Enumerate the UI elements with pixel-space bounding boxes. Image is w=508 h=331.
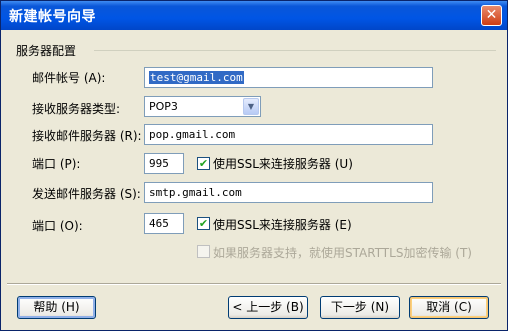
starttls-label: 如果服务器支持，就使用STARTTLS加密传输 (T) <box>213 246 472 260</box>
help-button[interactable]: 帮助 (H) <box>17 296 96 319</box>
starttls-checkbox[interactable] <box>197 245 210 258</box>
outgoing-port-label: 端口 (O): <box>32 219 83 233</box>
server-type-label: 接收服务器类型: <box>32 102 121 116</box>
cancel-button[interactable]: 取消 (C) <box>409 296 489 319</box>
dialog-body: 服务器配置 邮件帐号 (A): test@gmail.com 接收服务器类型: … <box>4 30 504 329</box>
back-button[interactable]: < 上一步 (B) <box>228 296 308 319</box>
window-title: 新建帐号向导 <box>9 9 96 25</box>
account-input[interactable]: test@gmail.com <box>144 67 433 88</box>
server-type-select[interactable]: POP3 ▼ <box>144 96 261 117</box>
outgoing-ssl-label: 使用SSL来连接服务器 (E) <box>213 218 352 232</box>
incoming-server-input[interactable]: pop.gmail.com <box>144 124 433 145</box>
incoming-port-input[interactable]: 995 <box>144 153 184 174</box>
incoming-ssl-checkbox[interactable]: ✔ <box>197 157 210 170</box>
account-label: 邮件帐号 (A): <box>32 71 106 85</box>
footer-separator <box>7 283 501 285</box>
outgoing-port-input[interactable]: 465 <box>144 213 184 234</box>
group-divider <box>94 50 496 51</box>
next-button[interactable]: 下一步 (N) <box>320 296 400 319</box>
outgoing-server-input[interactable]: smtp.gmail.com <box>144 182 433 203</box>
wizard-window: 新建帐号向导 ✕ 服务器配置 邮件帐号 (A): test@gmail.com … <box>0 0 508 331</box>
incoming-port-label: 端口 (P): <box>32 157 81 171</box>
group-title: 服务器配置 <box>16 42 81 59</box>
chevron-down-icon[interactable]: ▼ <box>243 98 259 115</box>
close-icon[interactable]: ✕ <box>481 5 502 26</box>
account-value: test@gmail.com <box>149 71 244 84</box>
title-bar[interactable]: 新建帐号向导 ✕ <box>1 1 507 30</box>
outgoing-ssl-checkbox[interactable]: ✔ <box>197 217 210 230</box>
incoming-server-label: 接收邮件服务器 (R): <box>32 129 142 143</box>
incoming-ssl-label: 使用SSL来连接服务器 (U) <box>213 157 353 171</box>
server-type-value: POP3 <box>149 100 178 113</box>
outgoing-server-label: 发送邮件服务器 (S): <box>32 187 141 201</box>
